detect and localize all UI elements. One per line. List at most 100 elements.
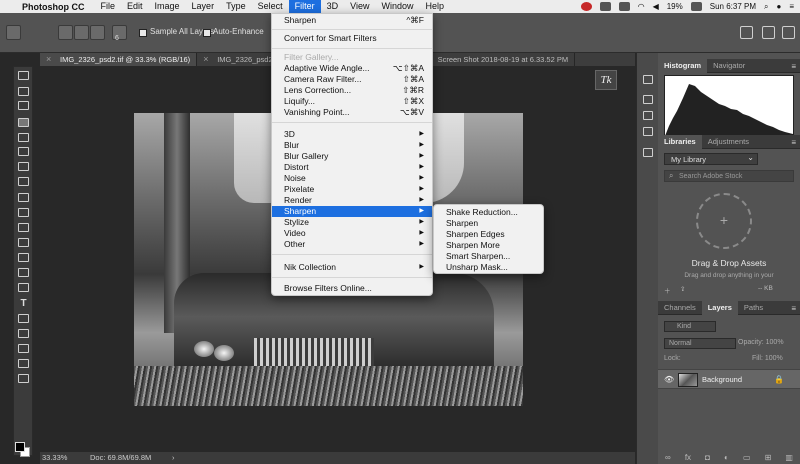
menu-item-lens-correction[interactable]: Lens Correction... ⇧⌘R <box>272 85 432 96</box>
library-select[interactable]: My Library <box>664 152 758 165</box>
battery-icon[interactable] <box>690 2 702 11</box>
fill-value[interactable]: 100% <box>765 355 783 362</box>
tab-histogram[interactable]: Histogram <box>658 59 708 73</box>
menu-item-browse-filters[interactable]: Browse Filters Online... <box>272 283 432 294</box>
tab-layers[interactable]: Layers <box>701 301 738 315</box>
history-icon[interactable] <box>643 75 653 84</box>
menu-item-blur-gallery[interactable]: Blur Gallery ▶ <box>272 151 432 162</box>
eraser-tool-icon[interactable] <box>18 223 29 232</box>
history-brush-icon[interactable] <box>18 208 29 217</box>
folder-icon[interactable]: ▭ <box>743 453 751 462</box>
type-tool-icon[interactable]: T <box>18 299 29 309</box>
menu-view[interactable]: View <box>344 0 375 13</box>
quick-selection-tool-icon[interactable] <box>6 25 21 40</box>
menu-type[interactable]: Type <box>220 0 252 13</box>
menu-item-3d[interactable]: 3D ▶ <box>272 129 432 140</box>
menu-edit[interactable]: Edit <box>121 0 149 13</box>
opacity-value[interactable]: 100% <box>766 339 784 346</box>
workspace-icon[interactable] <box>762 26 775 39</box>
fx-icon[interactable]: fx <box>685 453 691 462</box>
menu-item-smart-sharpen[interactable]: Smart Sharpen... <box>434 251 543 262</box>
tab-navigator[interactable]: Navigator <box>707 59 751 73</box>
tab-libraries[interactable]: Libraries <box>658 135 702 149</box>
eye-icon[interactable]: 👁 <box>664 375 674 384</box>
auto-enhance-checkbox[interactable] <box>203 29 211 37</box>
clone-stamp-icon[interactable] <box>18 193 29 202</box>
subtract-selection-icon[interactable] <box>90 25 105 40</box>
pen-tool-icon[interactable] <box>18 283 29 292</box>
menu-item-other[interactable]: Other ▶ <box>272 239 432 250</box>
menu-item-video[interactable]: Video ▶ <box>272 228 432 239</box>
panel-menu-icon[interactable]: ≡ <box>791 62 796 71</box>
menu-item-sharpen-submenu[interactable]: Sharpen ▶ <box>272 206 432 217</box>
menu-item-distort[interactable]: Distort ▶ <box>272 162 432 173</box>
trash-icon[interactable]: ▥ <box>785 453 793 462</box>
tab-channels[interactable]: Channels <box>658 301 702 315</box>
mask-icon[interactable]: ◘ <box>705 453 710 462</box>
gradient-tool-icon[interactable] <box>18 238 29 247</box>
zoom-tool-icon[interactable] <box>18 359 29 368</box>
menu-item-render[interactable]: Render ▶ <box>272 195 432 206</box>
volume-icon[interactable]: ◀︎ <box>653 2 659 11</box>
menu-item-sharpen-edges[interactable]: Sharpen Edges <box>434 229 543 240</box>
upload-icon[interactable]: ⇪ <box>680 285 685 293</box>
move-tool-icon[interactable] <box>18 71 29 80</box>
drop-zone[interactable]: + <box>696 193 752 249</box>
menu-layer[interactable]: Layer <box>186 0 221 13</box>
opacity-control[interactable]: Opacity: 100% <box>738 339 784 346</box>
panel-menu-icon[interactable]: ≡ <box>791 304 796 313</box>
menu-item-camera-raw[interactable]: Camera Raw Filter... ⇧⌘A <box>272 74 432 85</box>
menu-item-shake-reduction[interactable]: Shake Reduction... <box>434 207 543 218</box>
tk-panel-badge[interactable]: Tk <box>595 70 617 90</box>
dropbox-icon[interactable] <box>599 2 611 11</box>
menu-item-stylize[interactable]: Stylize ▶ <box>272 217 432 228</box>
flag-icon[interactable] <box>618 2 630 11</box>
adjustments-icon[interactable] <box>643 127 653 136</box>
tab-document-1[interactable]: IMG_2326_psd2.tif @ 33.3% (RGB/16) <box>40 53 198 66</box>
menu-item-blur[interactable]: Blur ▶ <box>272 140 432 151</box>
menu-item-liquify[interactable]: Liquify... ⇧⌘X <box>272 96 432 107</box>
menu-help[interactable]: Help <box>419 0 450 13</box>
search-icon[interactable] <box>740 26 753 39</box>
menu-file[interactable]: File <box>95 0 122 13</box>
add-asset-icon[interactable]: ＋ <box>664 285 671 295</box>
eyedropper-tool-icon[interactable] <box>18 147 29 156</box>
panel-menu-icon[interactable]: ≡ <box>791 138 796 147</box>
clock[interactable]: Sun 6:37 PM <box>710 2 756 11</box>
menu-item-unsharp-mask[interactable]: Unsharp Mask... <box>434 262 543 273</box>
menu-select[interactable]: Select <box>252 0 289 13</box>
app-name[interactable]: Photoshop CC <box>22 2 85 12</box>
menu-window[interactable]: Window <box>375 0 419 13</box>
lightbulb-icon[interactable] <box>643 148 653 157</box>
menu-3d[interactable]: 3D <box>321 0 345 13</box>
tab-paths[interactable]: Paths <box>738 301 769 315</box>
shape-tool-icon[interactable] <box>18 329 29 338</box>
link-icon[interactable]: ∞ <box>665 453 671 462</box>
add-selection-icon[interactable] <box>74 25 89 40</box>
tab-adjustments[interactable]: Adjustments <box>702 135 755 149</box>
layer-filter-kind[interactable]: Kind <box>664 321 716 332</box>
menu-item-sharpen-last[interactable]: Sharpen ^⌘F <box>272 15 432 26</box>
menu-item-adaptive-wide-angle[interactable]: Adaptive Wide Angle... ⌥⇧⌘A <box>272 63 432 74</box>
healing-brush-icon[interactable] <box>18 162 29 171</box>
dodge-tool-icon[interactable] <box>18 268 29 277</box>
tab-document-3[interactable]: Screen Shot 2018-08-19 at 6.33.52 PM <box>418 53 576 66</box>
layer-name[interactable]: Background <box>702 375 742 384</box>
menu-item-nik-collection[interactable]: Nik Collection ▶ <box>272 262 432 273</box>
new-selection-icon[interactable] <box>58 25 73 40</box>
spotlight-icon[interactable]: ⌕ <box>764 2 768 12</box>
hand-tool-icon[interactable] <box>18 344 29 353</box>
share-icon[interactable] <box>782 26 795 39</box>
adobe-cc-icon[interactable] <box>580 2 592 11</box>
blend-mode-select[interactable]: Normal <box>664 338 736 349</box>
zoom-level[interactable]: 33.33% <box>42 453 67 462</box>
menu-filter[interactable]: Filter <box>288 0 321 13</box>
sample-all-layers-checkbox[interactable] <box>139 29 147 37</box>
blur-tool-icon[interactable] <box>18 253 29 262</box>
swatches-icon[interactable] <box>643 111 653 120</box>
brush-tool-icon[interactable] <box>18 177 29 186</box>
menu-item-noise[interactable]: Noise ▶ <box>272 173 432 184</box>
notification-icon[interactable]: ≡ <box>789 2 794 11</box>
menu-item-sharpen-more[interactable]: Sharpen More <box>434 240 543 251</box>
menu-item-vanishing-point[interactable]: Vanishing Point... ⌥⌘V <box>272 107 432 118</box>
